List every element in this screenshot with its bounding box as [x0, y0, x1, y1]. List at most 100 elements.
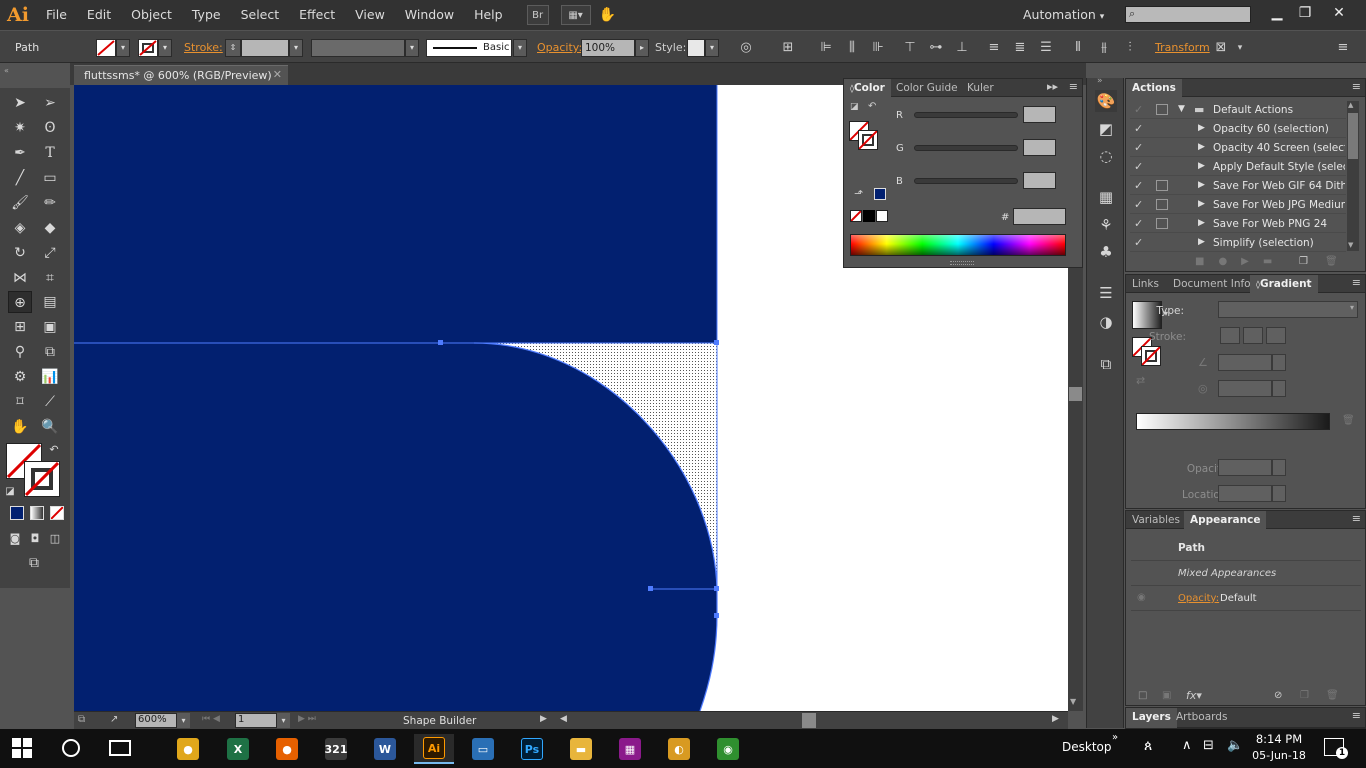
- swap-colors-icon[interactable]: ↶: [868, 101, 876, 112]
- align-top-icon[interactable]: ⊤: [902, 40, 918, 56]
- direct-selection-tool-icon[interactable]: ➢: [38, 92, 62, 114]
- add-fill-icon[interactable]: ▣: [1162, 690, 1171, 701]
- color-panel-menu-icon[interactable]: ≡: [1069, 80, 1078, 93]
- share-icon[interactable]: ↗: [110, 714, 118, 725]
- toggle-check-icon[interactable]: ✓: [1134, 103, 1148, 116]
- mixed-appearances-row[interactable]: Mixed Appearances: [1131, 562, 1361, 586]
- task-view-icon[interactable]: [109, 740, 131, 756]
- gpu-status-icon[interactable]: ⧉: [78, 714, 85, 725]
- opacity-dropdown[interactable]: ▸: [635, 39, 649, 57]
- menu-view[interactable]: View: [345, 0, 395, 30]
- distribute-middle-icon[interactable]: ≣: [1012, 40, 1028, 56]
- gradient-opacity-dropdown[interactable]: [1272, 459, 1286, 476]
- stroke-label[interactable]: Stroke:: [184, 41, 223, 54]
- stroke-swatch[interactable]: [138, 39, 158, 57]
- taskbar-photoshop-button[interactable]: Ps: [512, 734, 552, 764]
- stroke-weight-input[interactable]: [241, 39, 289, 57]
- windows-start-icon[interactable]: [12, 738, 32, 758]
- add-stroke-icon[interactable]: □: [1138, 690, 1147, 701]
- align-middle-icon[interactable]: ⊶: [928, 40, 944, 56]
- stroke-within-button[interactable]: [1220, 327, 1240, 344]
- dialog-toggle-icon[interactable]: [1156, 218, 1168, 229]
- taskbar-winrar-button[interactable]: ▦: [610, 734, 650, 764]
- taskbar-firefox-button[interactable]: ●: [267, 734, 307, 764]
- distribute-bottom-icon[interactable]: ☰: [1038, 40, 1054, 56]
- out-of-gamut-icon[interactable]: ⬏: [854, 187, 863, 200]
- last-color-swatch[interactable]: [874, 188, 886, 200]
- line-segment-tool-icon[interactable]: ╱: [8, 167, 32, 189]
- gradient-location-dropdown[interactable]: [1272, 485, 1286, 502]
- new-action-icon[interactable]: ❐: [1299, 256, 1308, 267]
- none-swatch[interactable]: [850, 210, 862, 222]
- action-row[interactable]: ✓ ▶ Save For Web GIF 64 Dithe...: [1130, 177, 1346, 195]
- green-value-input[interactable]: [1023, 139, 1056, 156]
- tab-appearance[interactable]: Appearance: [1184, 511, 1267, 529]
- gradient-opacity-input[interactable]: [1218, 459, 1272, 476]
- appearance-panel-menu-icon[interactable]: ≡: [1352, 512, 1361, 525]
- tab-artboards[interactable]: Artboards: [1170, 708, 1233, 728]
- status-menu-icon[interactable]: ▶: [540, 714, 547, 724]
- action-row[interactable]: ✓ ▶ Simplify (selection): [1130, 234, 1346, 252]
- anchor-point[interactable]: [714, 613, 719, 618]
- anchor-point[interactable]: [438, 340, 443, 345]
- toggle-check-icon[interactable]: ✓: [1134, 160, 1148, 173]
- dialog-toggle-icon[interactable]: [1156, 180, 1168, 191]
- appearance-opacity-link[interactable]: Opacity:: [1178, 593, 1219, 604]
- toggle-check-icon[interactable]: ✓: [1134, 198, 1148, 211]
- scroll-down-icon[interactable]: ▼: [1070, 697, 1076, 706]
- stroke-dropdown[interactable]: ▾: [158, 39, 172, 57]
- delete-item-icon[interactable]: 🗑: [1326, 690, 1339, 701]
- opacity-label[interactable]: Opacity:: [537, 41, 582, 54]
- color-mode-icon[interactable]: [10, 506, 24, 520]
- tab-kuler[interactable]: Kuler: [961, 79, 1000, 97]
- taskbar-monitor-button[interactable]: ▭: [463, 734, 503, 764]
- swap-fill-stroke-icon[interactable]: ↶: [46, 439, 62, 461]
- recolor-artwork-icon[interactable]: ◎: [738, 40, 754, 56]
- variable-width-dropdown[interactable]: ▾: [405, 39, 419, 57]
- hand-tool-icon[interactable]: ✋: [8, 416, 32, 438]
- actions-panel-menu-icon[interactable]: ≡: [1352, 80, 1361, 93]
- artboard-number-input[interactable]: 1: [235, 713, 277, 728]
- gpu-performance-icon[interactable]: ✋: [599, 7, 616, 23]
- artboard-tool-icon[interactable]: ⌑: [8, 391, 32, 413]
- action-row[interactable]: ✓ ▶ Save For Web JPG Medium: [1130, 196, 1346, 214]
- actions-footer-icons[interactable]: ■●▶▬: [1195, 256, 1286, 267]
- align-center-icon[interactable]: ⫼: [844, 40, 860, 56]
- toggle-check-icon[interactable]: ✓: [1134, 236, 1148, 249]
- variable-width-profile[interactable]: [311, 39, 405, 57]
- black-swatch[interactable]: [863, 210, 875, 222]
- actions-scrollbar[interactable]: ▲ ▼: [1347, 101, 1359, 251]
- shape-builder-tool-icon[interactable]: ⊕: [8, 291, 32, 313]
- stroke-box[interactable]: [24, 461, 60, 497]
- menu-edit[interactable]: Edit: [77, 0, 121, 30]
- restore-button[interactable]: ❐: [1290, 2, 1320, 24]
- kuler-icon[interactable]: ◌: [1095, 145, 1117, 167]
- action-set-row[interactable]: ✓ ▼ ▬ Default Actions: [1130, 101, 1346, 119]
- isolate-dropdown-icon[interactable]: ▾: [1232, 40, 1248, 56]
- mesh-tool-icon[interactable]: ⊞: [8, 316, 32, 338]
- action-row[interactable]: ✓ ▶ Save For Web PNG 24: [1130, 215, 1346, 233]
- expand-triangle-icon[interactable]: ▶: [1198, 123, 1205, 133]
- toggle-check-icon[interactable]: ✓: [1134, 217, 1148, 230]
- distribute-top-icon[interactable]: ≡: [986, 40, 1002, 56]
- appearance-opacity-row[interactable]: ◉ Opacity: Default: [1131, 587, 1361, 611]
- close-button[interactable]: ✕: [1324, 2, 1354, 24]
- blend-tool-icon[interactable]: ⧉: [38, 341, 62, 363]
- taskbar-word-button[interactable]: W: [365, 734, 405, 764]
- cortana-search-icon[interactable]: [62, 739, 80, 757]
- align-to-icon[interactable]: ⊞: [780, 40, 796, 56]
- stroke-weight-stepper[interactable]: ⇕: [225, 39, 241, 57]
- document-tab[interactable]: fluttssms* @ 600% (RGB/Preview) ✕: [74, 65, 288, 85]
- gradient-aspect-input[interactable]: [1218, 380, 1272, 397]
- transform-link[interactable]: Transform: [1155, 41, 1210, 54]
- clear-appearance-icon[interactable]: ⊘: [1274, 690, 1282, 701]
- stroke-panel-icon[interactable]: ☰: [1095, 282, 1117, 304]
- gradient-type-select[interactable]: ▾: [1218, 301, 1358, 318]
- strip-collapse-icon[interactable]: »: [1097, 76, 1103, 86]
- toggle-check-icon[interactable]: ✓: [1134, 141, 1148, 154]
- action-row[interactable]: ✓ ▶ Opacity 60 (selection): [1130, 120, 1346, 138]
- last-artboard-icon[interactable]: ▶ ⏭: [298, 714, 316, 724]
- horizontal-scroll-thumb[interactable]: [802, 713, 816, 728]
- gradient-tool-icon[interactable]: ▣: [38, 316, 62, 338]
- action-row[interactable]: ✓ ▶ Opacity 40 Screen (selection): [1130, 139, 1346, 157]
